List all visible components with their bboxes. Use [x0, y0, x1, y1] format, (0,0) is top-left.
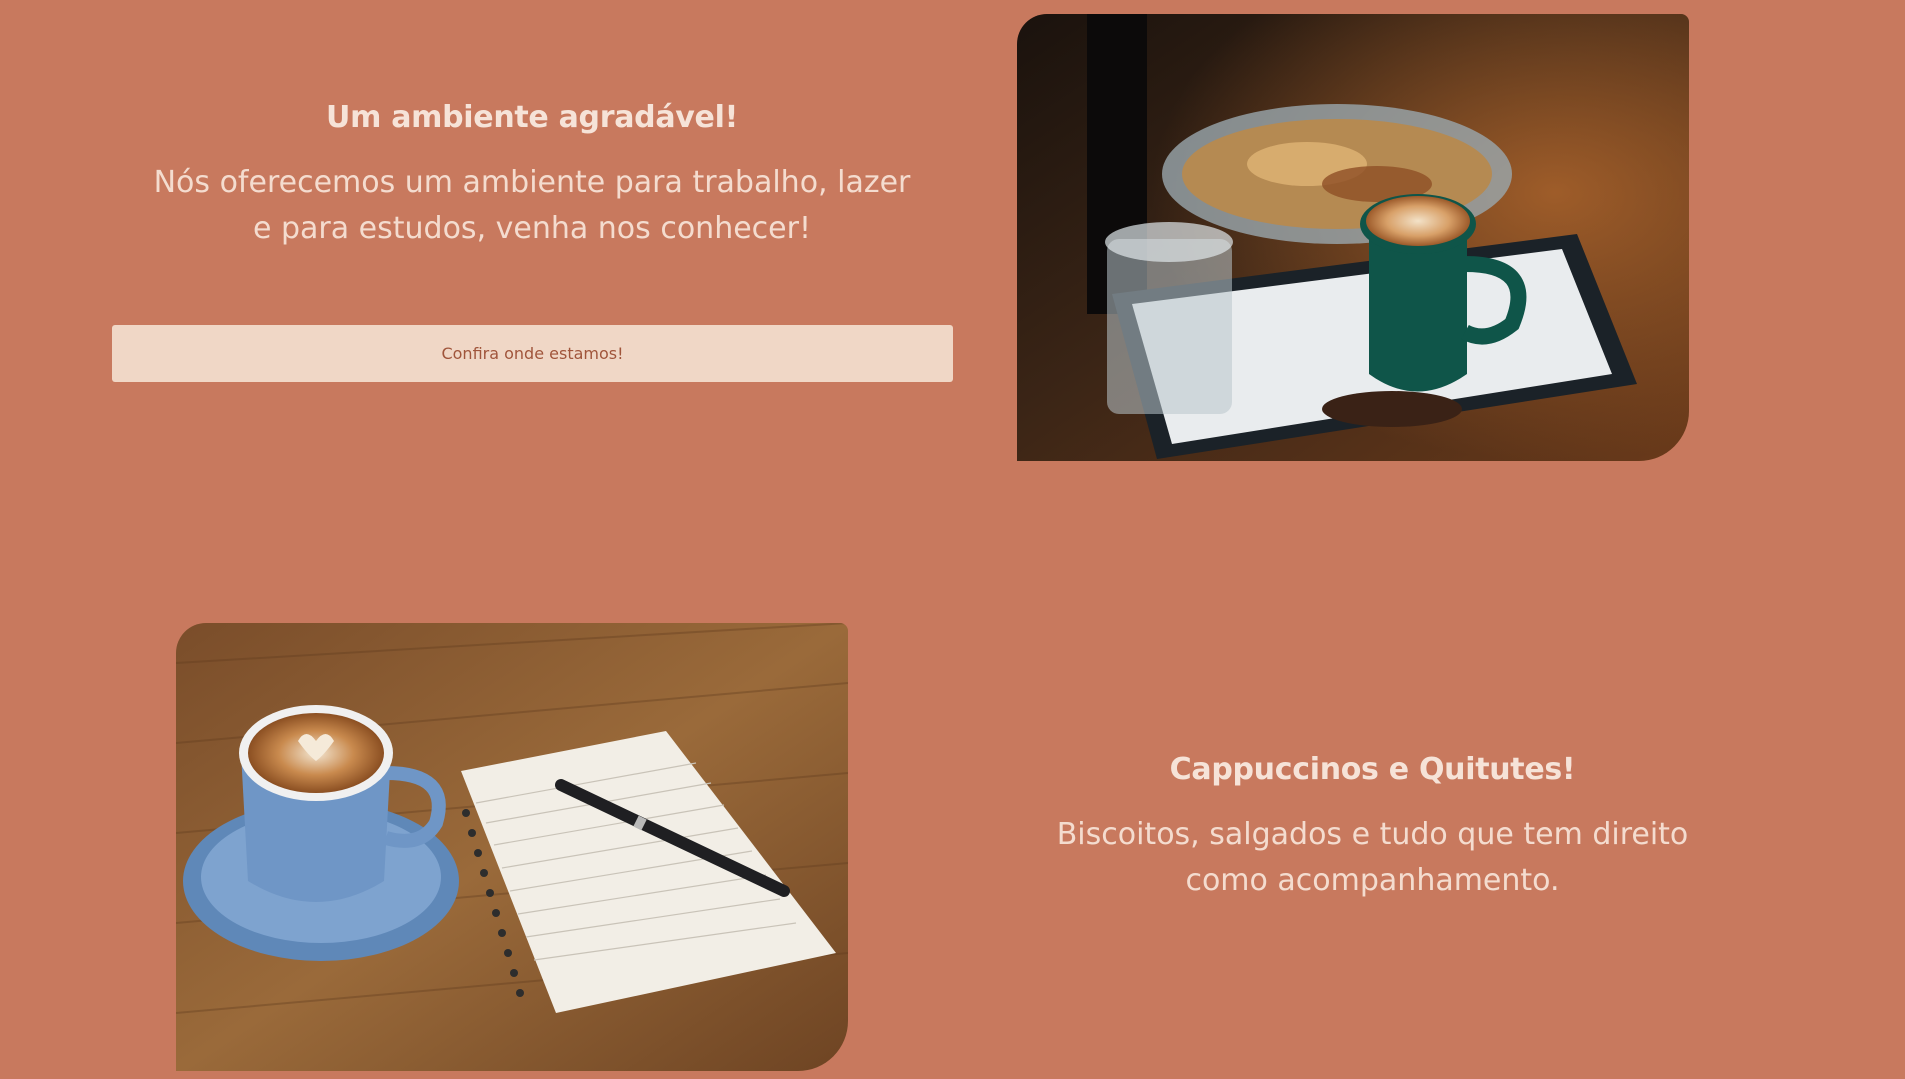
where-are-we-button[interactable]: Confira onde estamos! — [112, 325, 953, 382]
ambiente-paragraph: Nós oferecemos um ambiente para trabalho… — [153, 165, 911, 246]
cappuccinos-paragraph: Biscoitos, salgados e tudo que tem direi… — [1056, 817, 1689, 898]
cappuccinos-heading: Cappuccinos e Quitutes! — [1169, 752, 1576, 787]
ambiente-heading: Um ambiente agradável! — [326, 100, 738, 135]
cafe-ambient-photo — [1017, 14, 1689, 461]
ambiente-section-text: Um ambiente agradável! Nós oferecemos um… — [112, 100, 952, 252]
cappuccinos-section-text: Cappuccinos e Quitutes! Biscoitos, salga… — [985, 752, 1760, 904]
coffee-notebook-photo — [176, 623, 848, 1071]
